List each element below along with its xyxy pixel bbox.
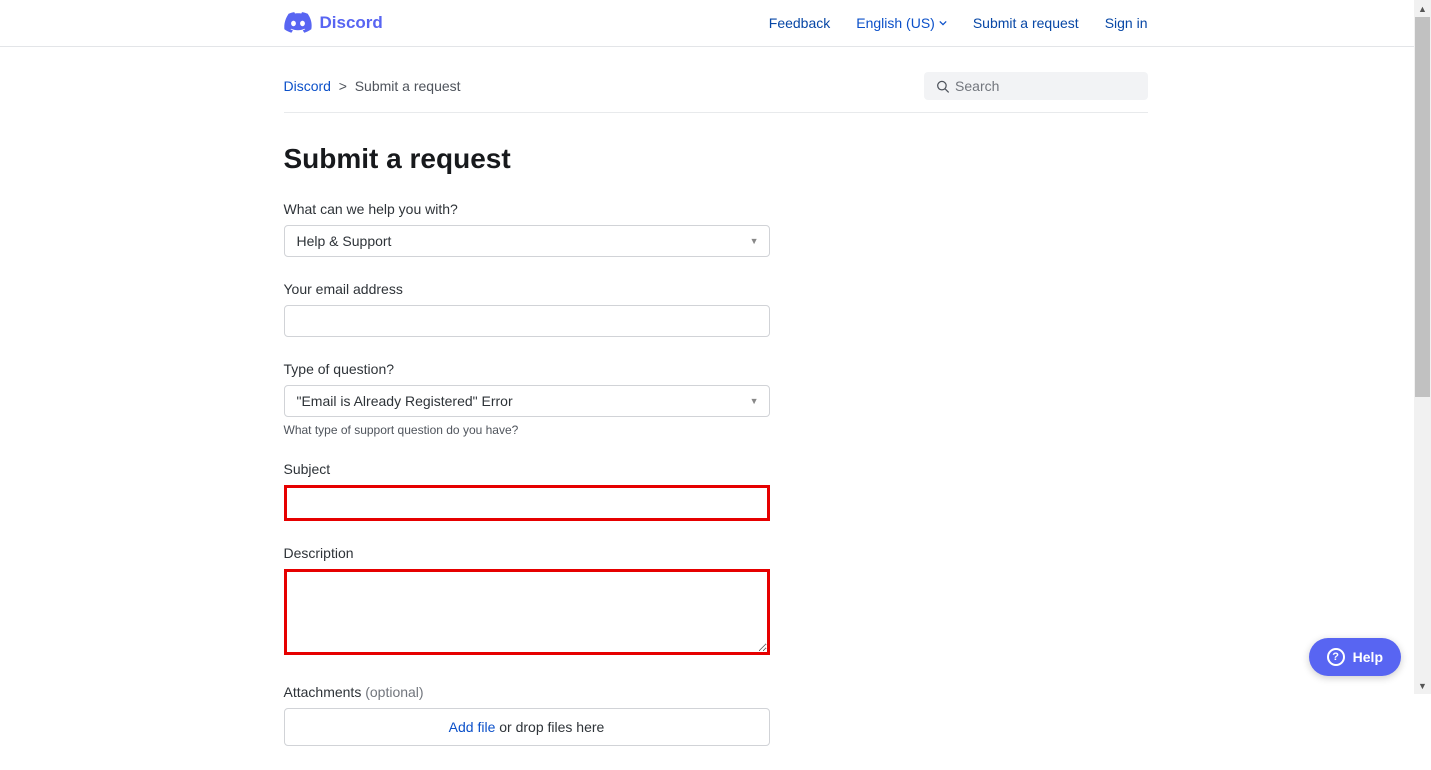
select-help-with-value: Help & Support [297,233,392,249]
field-question-type: Type of question? "Email is Already Regi… [284,361,770,437]
dropdown-arrow-icon: ▼ [750,236,759,246]
help-widget-label: Help [1353,649,1383,665]
breadcrumb-separator: > [335,78,355,94]
select-question-type-value: "Email is Already Registered" Error [297,393,513,409]
scrollbar-down-arrow[interactable]: ▼ [1414,677,1431,694]
label-description: Description [284,545,770,561]
field-subject: Subject [284,461,770,521]
scrollbar-thumb[interactable] [1415,17,1430,397]
label-email: Your email address [284,281,770,297]
field-description: Description [284,545,770,660]
nav-feedback[interactable]: Feedback [769,15,830,31]
search-icon [936,79,950,94]
logo-link[interactable]: Discord [284,12,383,34]
search-input[interactable] [955,78,1135,94]
help-question-icon: ? [1327,648,1345,666]
page-title: Submit a request [284,143,1148,175]
field-email: Your email address [284,281,770,337]
field-help-with: What can we help you with? Help & Suppor… [284,201,770,257]
breadcrumb: Discord > Submit a request [284,78,461,94]
label-help-with: What can we help you with? [284,201,770,217]
scrollbar-up-arrow[interactable]: ▲ [1414,0,1431,17]
breadcrumb-search-row: Discord > Submit a request [284,47,1148,113]
help-widget-button[interactable]: ? Help [1309,638,1401,676]
attachment-dropzone[interactable]: Add file or drop files here [284,708,770,746]
helper-question-type: What type of support question do you hav… [284,423,770,437]
select-question-type[interactable]: "Email is Already Registered" Error ▼ [284,385,770,417]
nav-sign-in[interactable]: Sign in [1105,15,1148,31]
discord-logo-icon [284,12,312,34]
input-email[interactable] [284,305,770,337]
select-help-with[interactable]: Help & Support ▼ [284,225,770,257]
logo-text: Discord [320,13,383,33]
input-subject[interactable] [284,485,770,521]
label-question-type: Type of question? [284,361,770,377]
scrollbar[interactable]: ▲ ▼ [1414,0,1431,694]
field-attachments: Attachments (optional) Add file or drop … [284,684,770,746]
chevron-down-icon [939,19,947,27]
textarea-description[interactable] [284,569,770,655]
breadcrumb-current: Submit a request [355,78,461,94]
language-selector[interactable]: English (US) [856,15,947,31]
optional-text: (optional) [365,684,423,700]
header: Discord Feedback English (US) Submit a r… [0,0,1431,47]
add-file-link[interactable]: Add file [449,719,496,735]
drop-text: or drop files here [495,719,604,735]
dropdown-arrow-icon: ▼ [750,396,759,406]
top-nav: Feedback English (US) Submit a request S… [769,15,1148,31]
search-box[interactable] [924,72,1148,100]
label-subject: Subject [284,461,770,477]
breadcrumb-home[interactable]: Discord [284,78,331,94]
language-label: English (US) [856,15,935,31]
nav-submit-request[interactable]: Submit a request [973,15,1079,31]
label-attachments: Attachments (optional) [284,684,770,700]
